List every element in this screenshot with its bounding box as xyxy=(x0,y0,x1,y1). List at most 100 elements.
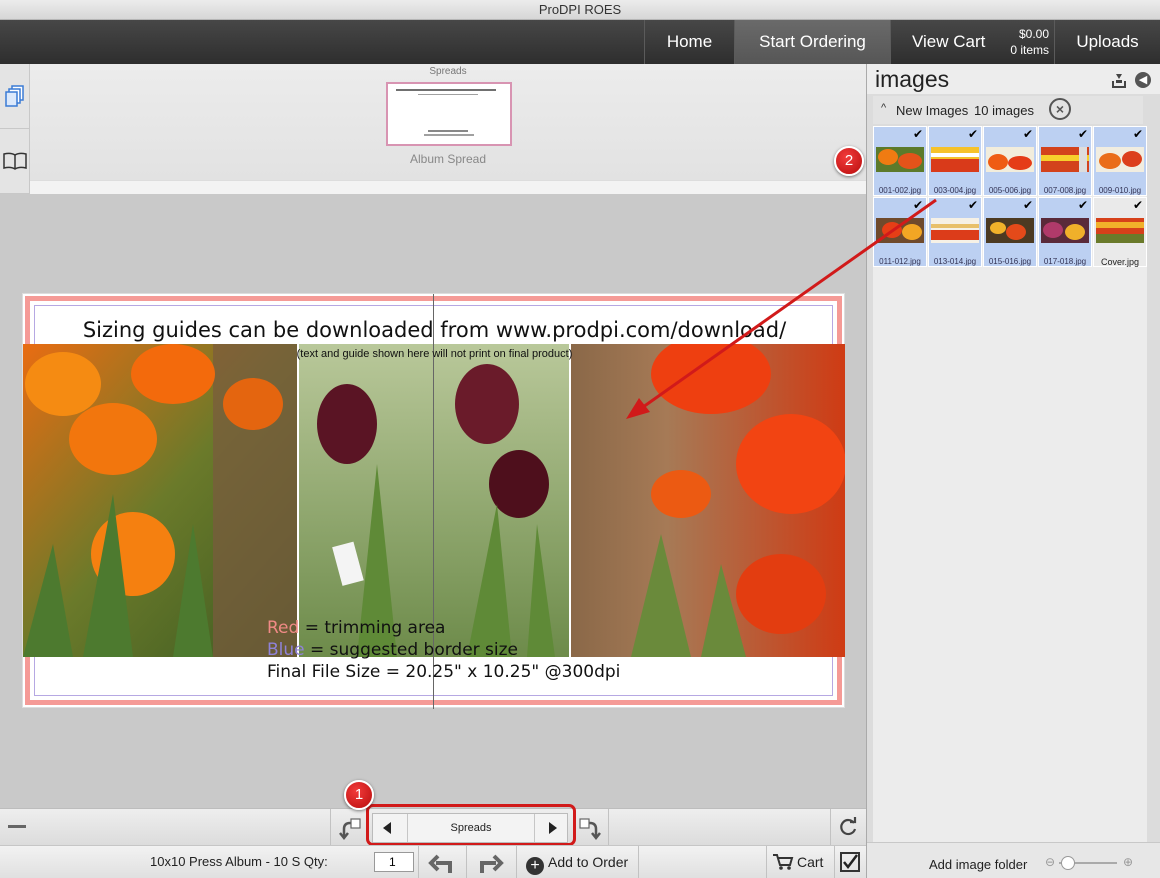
thumb-filename: 005-006.jpg xyxy=(988,186,1032,195)
zoom-in-small-icon[interactable]: ⊕ xyxy=(1123,855,1133,869)
window-title: ProDPI ROES xyxy=(0,0,1160,20)
checkout-checkbox-icon[interactable] xyxy=(840,852,860,872)
legend-blue: Blue = suggested border size xyxy=(267,640,518,660)
image-thumb-cover[interactable]: ✔ Cover.jpg xyxy=(1093,197,1147,267)
thumb-filename: 009-010.jpg xyxy=(1098,186,1142,195)
plus-circle-icon: + xyxy=(526,857,544,875)
check-icon: ✔ xyxy=(912,198,923,212)
thumb-filename: 001-002.jpg xyxy=(878,186,922,195)
undo-icon xyxy=(428,854,452,873)
image-thumb-001-002[interactable]: ✔ 001-002.jpg xyxy=(873,126,927,196)
zoom-out-small-icon[interactable]: ⊖ xyxy=(1045,855,1055,869)
check-icon: ✔ xyxy=(1022,127,1033,141)
cart-button-label: Cart xyxy=(797,854,824,870)
product-description: 10x10 Press Album - 10 S Qty: xyxy=(150,854,328,869)
zoom-out-icon[interactable] xyxy=(8,825,26,828)
image-thumb-007-008[interactable]: ✔ 007-008.jpg xyxy=(1038,126,1092,196)
add-to-order-button[interactable]: + Add to Order xyxy=(526,846,628,878)
redo-icon xyxy=(480,854,504,873)
refresh-icon xyxy=(840,817,857,836)
thumbnail-size-slider[interactable] xyxy=(1059,856,1117,870)
add-image-folder-button[interactable]: Add image folder xyxy=(929,857,1027,872)
add-to-order-label: Add to Order xyxy=(548,854,629,870)
check-icon: ✔ xyxy=(967,127,978,141)
cart-button[interactable]: Cart xyxy=(772,846,823,878)
slider-handle[interactable] xyxy=(1061,856,1075,870)
image-thumb-013-014[interactable]: ✔ 013-014.jpg xyxy=(928,197,982,267)
redo-button[interactable] xyxy=(476,851,504,878)
rotate-left-icon xyxy=(339,818,361,841)
album-spread-label: Album Spread xyxy=(409,152,487,166)
image-thumb-015-016[interactable]: ✔ 015-016.jpg xyxy=(983,197,1037,267)
thumb-image xyxy=(1096,147,1144,172)
thumb-image xyxy=(986,218,1034,243)
legend-blue-text: = suggested border size xyxy=(304,640,519,660)
thumb-filename: 017-018.jpg xyxy=(1043,257,1087,266)
chevron-up-icon: ^ xyxy=(881,102,887,114)
spreads-strip-title: Spreads xyxy=(429,66,467,77)
album-page[interactable]: Sizing guides can be downloaded from www… xyxy=(22,293,845,709)
quantity-input[interactable]: 1 xyxy=(374,852,414,872)
spreads-strip: Spreads Album Spread xyxy=(30,64,866,180)
collapse-panel-icon[interactable]: ◀ xyxy=(1135,72,1151,88)
pages-icon xyxy=(5,85,24,107)
pages-tool[interactable] xyxy=(0,64,30,129)
images-panel-footer: Add image folder ⊖ ⊕ xyxy=(867,842,1160,878)
album-tool[interactable] xyxy=(0,129,30,194)
thumb-filename: 003-004.jpg xyxy=(933,186,977,195)
check-icon: ✔ xyxy=(1077,198,1088,212)
check-icon: ✔ xyxy=(1022,198,1033,212)
image-thumb-009-010[interactable]: ✔ 009-010.jpg xyxy=(1093,126,1147,196)
images-panel: images ◀ ^ New Images 10 images × ✔ 001-… xyxy=(866,64,1160,878)
thumb-image xyxy=(1041,218,1089,243)
legend-red-text: = trimming area xyxy=(299,618,446,638)
check-icon: ✔ xyxy=(1077,127,1088,141)
thumb-filename: 011-012.jpg xyxy=(879,257,921,266)
rotate-right-icon xyxy=(579,818,601,841)
spread-thumb-preview xyxy=(396,89,496,136)
thumb-image xyxy=(986,147,1034,172)
photo-tulips-right[interactable] xyxy=(571,344,845,657)
refresh-button[interactable] xyxy=(838,817,858,842)
image-thumb-011-012[interactable]: ✔ 011-012.jpg xyxy=(873,197,927,267)
cart-summary: $0.00 0 items xyxy=(991,26,1049,58)
new-images-section-header[interactable]: ^ New Images 10 images × xyxy=(873,96,1143,124)
legend-red-word: Red xyxy=(267,618,300,638)
callout-spreads-highlight xyxy=(366,804,576,846)
rotate-left-button[interactable] xyxy=(336,815,362,846)
undo-button[interactable] xyxy=(428,851,456,878)
photo-tulips-center[interactable] xyxy=(297,344,571,657)
rotate-right-button[interactable] xyxy=(578,815,604,846)
clear-images-icon[interactable]: × xyxy=(1049,98,1071,120)
final-file-size: Final File Size = 20.25" x 10.25" @300dp… xyxy=(267,662,621,682)
nav-uploads[interactable]: Uploads xyxy=(1054,20,1160,64)
thumb-image xyxy=(876,147,924,172)
thumb-image xyxy=(1096,218,1144,243)
image-thumb-017-018[interactable]: ✔ 017-018.jpg xyxy=(1038,197,1092,267)
callout-badge-2: 2 xyxy=(834,146,864,176)
guide-title: Sizing guides can be downloaded from www… xyxy=(82,318,787,342)
nav-view-cart[interactable]: View Cart $0.00 0 items xyxy=(890,20,1054,64)
image-grid: ✔ 001-002.jpg ✔ 003-004.jpg ✔ 005-006.jp… xyxy=(873,126,1147,842)
thumb-image xyxy=(876,218,924,243)
image-thumb-005-006[interactable]: ✔ 005-006.jpg xyxy=(983,126,1037,196)
album-spread-thumbnail[interactable] xyxy=(386,82,512,146)
image-thumb-003-004[interactable]: ✔ 003-004.jpg xyxy=(928,126,982,196)
new-images-label: New Images xyxy=(896,103,969,118)
guide-subtitle: (text and guide shown here will not prin… xyxy=(296,348,573,360)
callout-badge-1: 1 xyxy=(344,780,374,810)
cart-icon xyxy=(772,850,794,878)
thumb-filename: 015-016.jpg xyxy=(988,257,1032,266)
download-images-button[interactable] xyxy=(1111,72,1127,93)
top-nav: Home Start Ordering View Cart $0.00 0 it… xyxy=(0,20,1160,64)
check-icon: ✔ xyxy=(1132,198,1143,212)
photo-tulips-left[interactable] xyxy=(23,344,297,657)
check-icon: ✔ xyxy=(1132,127,1143,141)
view-cart-label: View Cart xyxy=(912,32,986,51)
spreads-strip-scroll[interactable] xyxy=(30,180,866,194)
images-panel-header: images ◀ xyxy=(867,64,1160,94)
check-icon: ✔ xyxy=(967,198,978,212)
thumb-filename: Cover.jpg xyxy=(1100,257,1140,267)
nav-start-ordering[interactable]: Start Ordering xyxy=(734,20,890,64)
nav-home[interactable]: Home xyxy=(644,20,734,64)
